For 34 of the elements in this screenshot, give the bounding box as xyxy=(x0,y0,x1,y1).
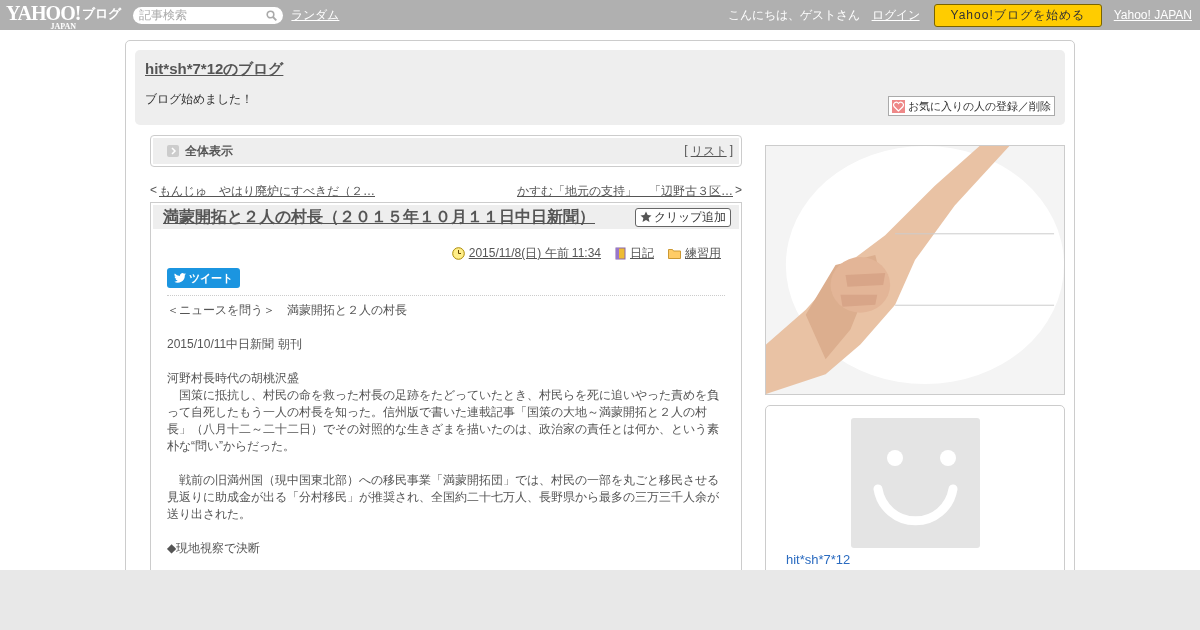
bird-icon xyxy=(174,273,186,283)
start-blog-button[interactable]: Yahoo!ブログを始める xyxy=(933,3,1102,27)
favorite-button[interactable]: お気に入りの人の登録／削除 xyxy=(888,96,1055,116)
view-label: 全体表示 xyxy=(185,142,233,160)
article-paragraph: 河野村長時代の胡桃沢盛 xyxy=(167,370,300,387)
bracket-text: [ xyxy=(684,142,688,159)
prev-mark: < xyxy=(150,183,157,199)
clip-button[interactable]: クリップ追加 xyxy=(635,207,731,227)
search-field[interactable]: 記事検索 xyxy=(133,6,284,24)
article-paragraph: ◆現地視察で決断 xyxy=(167,540,262,557)
blog-description: ブログ始めました！ xyxy=(145,91,253,108)
folder-icon xyxy=(668,248,681,259)
article-paragraph: 2015/10/11中日新聞 朝刊 xyxy=(167,336,303,353)
folder-link[interactable]: 練習用 xyxy=(685,245,721,262)
next-article-link[interactable]: かすむ「地元の支持」 「辺野古３区… xyxy=(517,183,733,200)
heart-icon xyxy=(892,99,905,113)
category-link[interactable]: 日記 xyxy=(630,245,654,262)
article-paragraph: ＜ニュースを問う＞ 満蒙開拓と２人の村長 xyxy=(167,302,408,319)
article-paragraph: 戦前の旧満州国（現中国東北部）への移民事業「満蒙開拓団」では、村民の一部を丸ごと移民させる見返りに助成金が出る「分村移民」が推奨され、全国約二十七万人、長野県から最多の三万三千人余が送り出された。 xyxy=(167,472,720,523)
greeting-text: こんにちは、ゲストさん xyxy=(727,6,860,24)
date-link[interactable]: 2015/11/8(日) 午前 11:34 xyxy=(468,245,601,262)
prev-article-link[interactable]: もんじゅ やはり廃炉にすべきだ（２… xyxy=(159,183,375,200)
article-title[interactable]: 満蒙開拓と２人の村長（２０１５年１０月１１日中日新聞） xyxy=(163,206,595,228)
clock-icon xyxy=(451,247,465,260)
avatar-icon xyxy=(850,418,980,548)
profile-name[interactable]: hit*sh*7*12 xyxy=(786,552,851,567)
book-icon xyxy=(615,247,626,260)
bracket-text: ] xyxy=(729,142,733,159)
list-link[interactable]: リスト xyxy=(690,142,727,160)
blog-title[interactable]: hit*sh*7*12のブログ xyxy=(145,60,284,79)
article-paragraph: 国策に抵抗し、村民の命を救った村長の足跡をたどっていたとき、村民らを死に追いやった責めを負って自死したもう一人の村長を知った。信州版で書いた連載記事「国策の大地～満蒙開拓と２人の村長」（八月十二～二十二日）でその対照的な生きざまを描いたのは、政治家の責任とは何か、という素朴な“問い”からだった。 xyxy=(167,387,720,455)
star-icon xyxy=(640,211,652,223)
search-icon xyxy=(266,9,278,21)
next-mark: > xyxy=(735,183,742,199)
